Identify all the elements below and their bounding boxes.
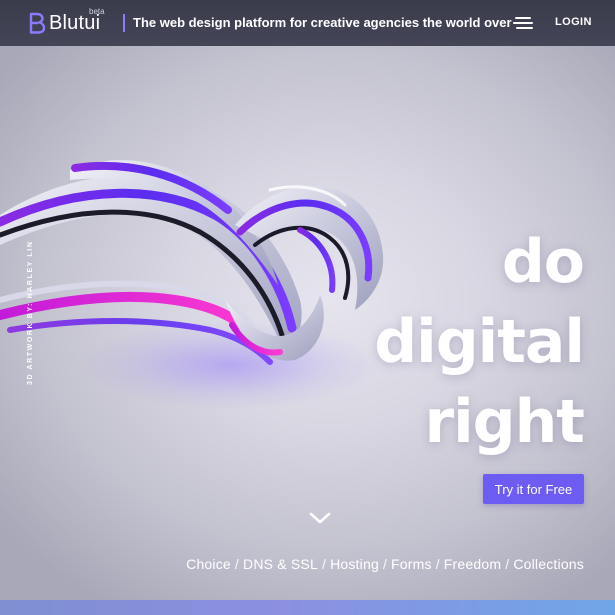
beta-badge: beta [89,7,105,16]
feature-forms[interactable]: Forms [391,556,432,572]
hero-headline: do digital right [284,222,585,462]
feature-dns-ssl[interactable]: DNS & SSL [243,556,318,572]
feature-separator: / [321,556,327,572]
login-link[interactable]: LOGIN [555,16,592,28]
brand-logo[interactable]: Blutui beta [28,7,105,37]
logo-b-icon [28,11,46,35]
headline-line-2: digital [374,307,585,377]
feature-separator: / [234,556,240,572]
feature-choice[interactable]: Choice [186,556,231,572]
feature-separator: / [505,556,510,572]
headline-line-3: right [424,387,585,457]
chevron-down-icon[interactable] [308,510,332,526]
top-navbar: Blutui beta The web design platform for … [0,0,615,46]
feature-collections[interactable]: Collections [513,556,584,572]
nav-divider [123,14,125,32]
feature-list: Choice / DNS & SSL / Hosting / Forms / Freedom / C… [186,556,584,572]
artwork-credit: 3D ARTWORK BY: HARLEY LIN [27,240,34,385]
headline-line-1: do [501,227,585,297]
feature-separator: / [435,556,440,572]
feature-hosting[interactable]: Hosting [330,556,379,572]
nav-tagline: The web design platform for creative age… [133,15,512,30]
feature-separator: / [382,556,388,572]
hamburger-menu-icon[interactable] [513,15,535,31]
try-free-button[interactable]: Try it for Free [483,474,584,504]
bottom-gradient-strip [0,600,615,615]
feature-freedom[interactable]: Freedom [444,556,501,572]
